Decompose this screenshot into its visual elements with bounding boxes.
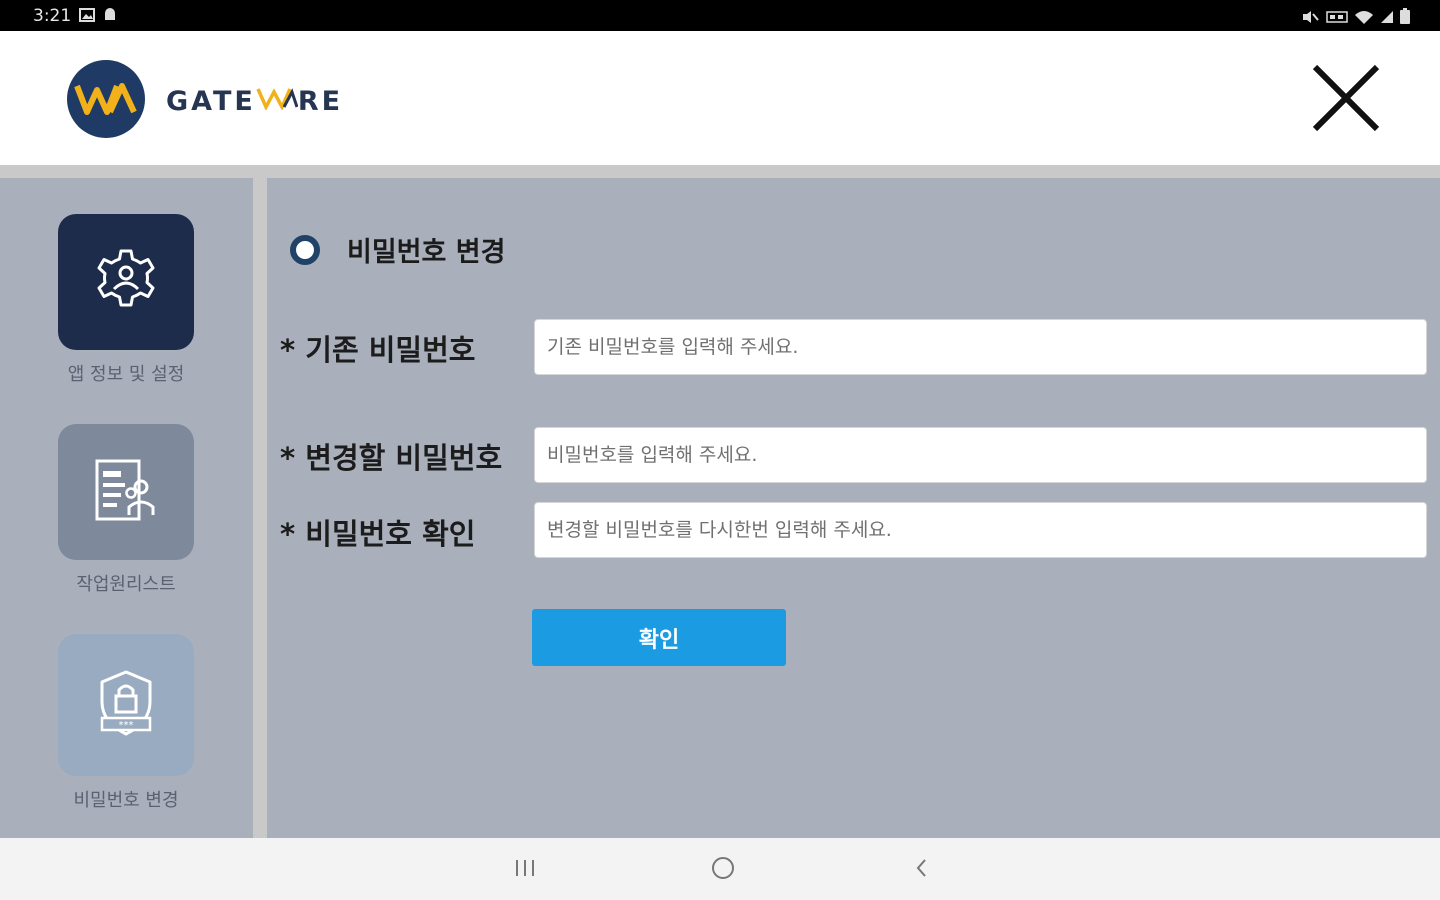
- header-divider: [0, 165, 1440, 178]
- brand-re: RE: [297, 85, 344, 117]
- new-password-label: * 변경할 비밀번호: [280, 441, 503, 475]
- recent-apps-button[interactable]: [505, 854, 545, 886]
- back-chevron-icon: [913, 857, 929, 883]
- recent-apps-icon: [513, 858, 537, 882]
- status-time: 3:21: [33, 6, 72, 26]
- menu-label: 작업원리스트: [76, 574, 176, 595]
- current-password-input[interactable]: [534, 319, 1427, 375]
- gallery-icon: [79, 7, 96, 26]
- sidebar-item-worker-list[interactable]: 작업원리스트: [58, 424, 194, 596]
- confirm-password-label: * 비밀번호 확인: [280, 517, 476, 551]
- svg-text:***: ***: [119, 720, 134, 731]
- confirm-button[interactable]: 확인: [532, 609, 786, 666]
- signal-icon: [1380, 9, 1394, 28]
- close-icon: [1309, 64, 1383, 139]
- home-button[interactable]: [703, 854, 743, 886]
- status-left: 3:21: [33, 6, 117, 26]
- section-title: 비밀번호 변경: [290, 230, 505, 269]
- app-header: GATE RE: [0, 31, 1440, 165]
- gateware-logo-icon: [66, 59, 146, 143]
- settings-user-icon: [93, 247, 159, 317]
- sidebar-divider: [253, 178, 267, 838]
- close-button[interactable]: [1309, 61, 1383, 135]
- menu-tile: ***: [58, 634, 194, 776]
- page-title: 비밀번호 변경: [347, 237, 506, 268]
- battery-icon: [1400, 8, 1410, 28]
- status-right: [1302, 8, 1410, 28]
- brand-gate: GATE: [166, 85, 256, 117]
- brand-wordmark: GATE RE: [166, 86, 343, 117]
- system-nav-bar: [0, 838, 1440, 900]
- sidebar-item-app-settings[interactable]: 앱 정보 및 설정: [58, 214, 194, 386]
- worker-list-icon: [91, 455, 161, 529]
- brand-logo: GATE RE: [66, 59, 343, 143]
- home-circle-icon: [710, 855, 736, 885]
- menu-label: 앱 정보 및 설정: [67, 364, 185, 385]
- menu-tile: [58, 424, 194, 560]
- android-icon: [103, 6, 117, 26]
- status-bar: 3:21: [0, 0, 1440, 31]
- confirm-password-input[interactable]: [534, 502, 1427, 558]
- sidebar-item-change-password[interactable]: *** 비밀번호 변경: [58, 634, 194, 812]
- new-password-input[interactable]: [534, 427, 1427, 483]
- password-lock-icon: ***: [96, 668, 156, 742]
- back-button[interactable]: [901, 854, 941, 886]
- bullet-ring-icon: [290, 234, 320, 265]
- brand-w-mark-icon: [256, 86, 299, 117]
- wifi-icon: [1354, 9, 1374, 28]
- menu-tile: [58, 214, 194, 350]
- network-icon: [1326, 9, 1348, 28]
- menu-label: 비밀번호 변경: [73, 790, 179, 811]
- mute-icon: [1302, 9, 1320, 28]
- current-password-label: * 기존 비밀번호: [280, 333, 476, 367]
